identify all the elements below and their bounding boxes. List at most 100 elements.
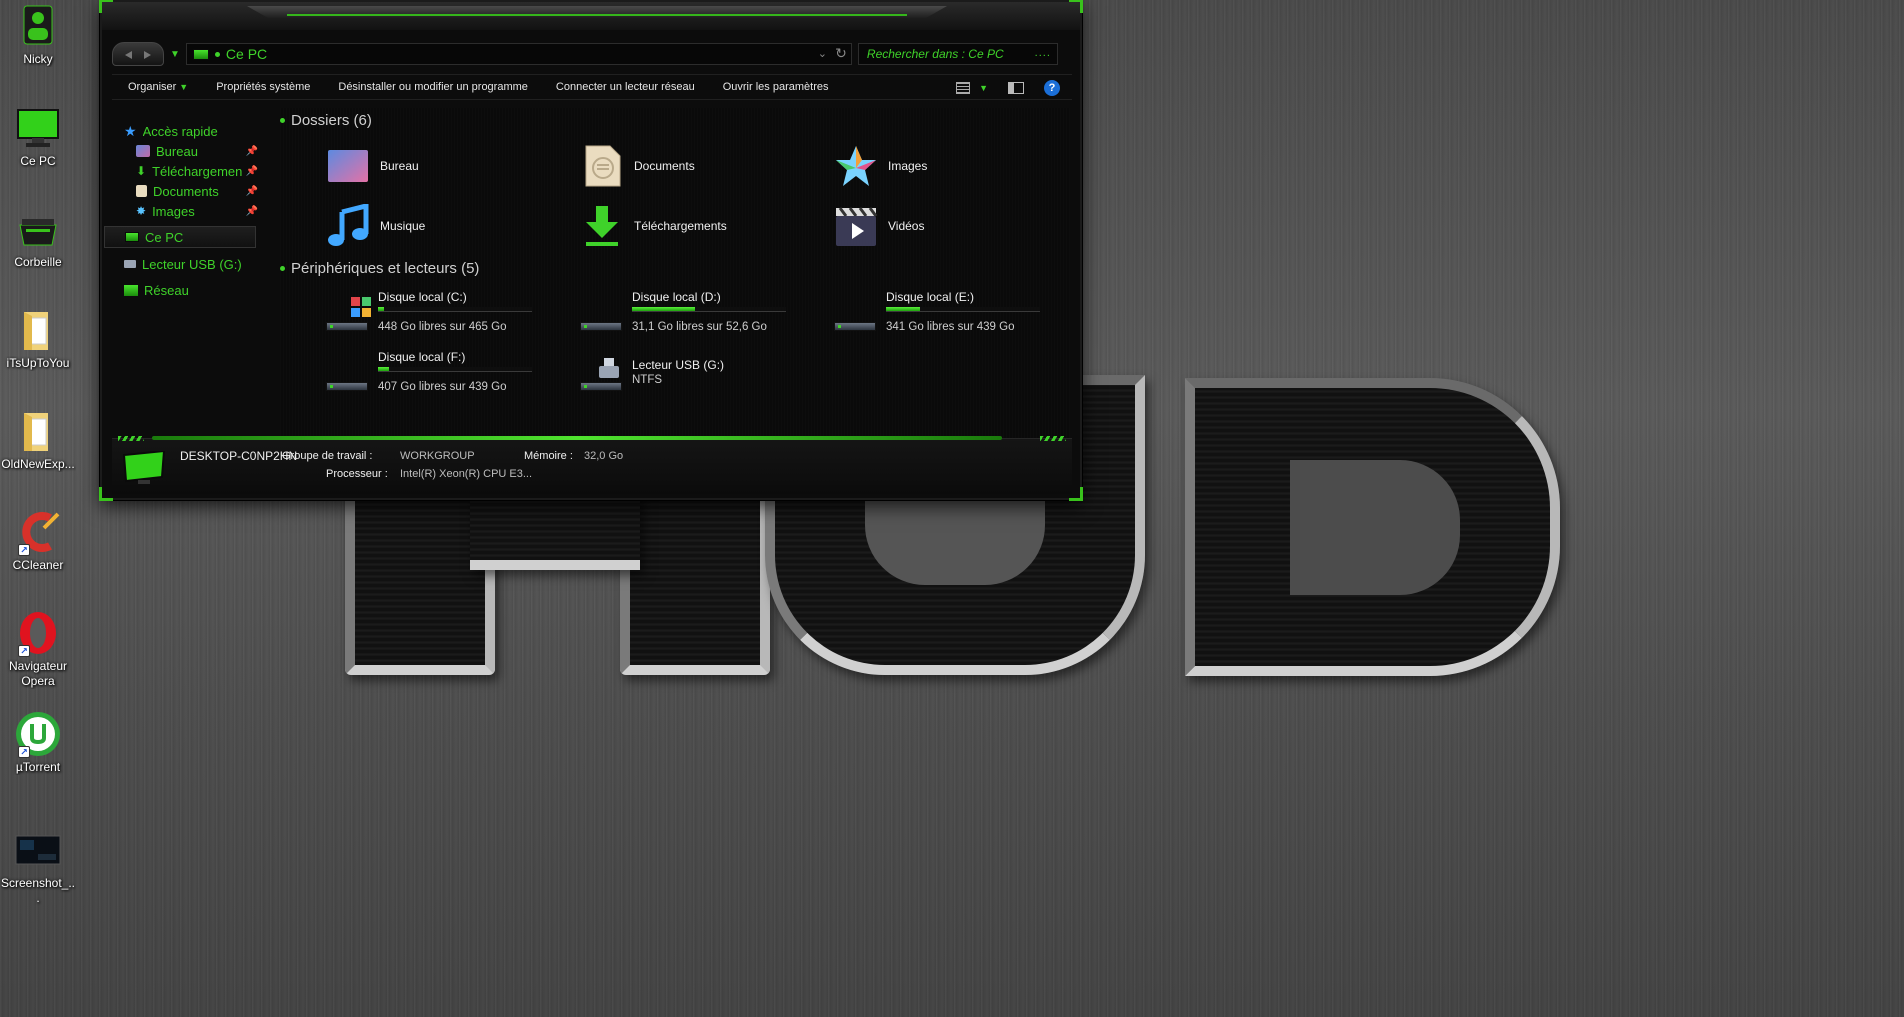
desktop-icon-itsuptoyou[interactable]: iTsUpToYou (0, 306, 76, 371)
folder-tile-videos[interactable]: Vidéos (834, 202, 1074, 250)
drive-tile-d[interactable]: Disque local (D:) 31,1 Go libres sur 52,… (580, 288, 820, 340)
folder-tile-images[interactable]: Images (834, 142, 1074, 190)
computer-icon (122, 449, 166, 485)
details-pane: DESKTOP-C0NP2HN Groupe de travail : WORK… (112, 436, 1072, 494)
desktop-icon-ccleaner[interactable]: ↗ CCleaner (0, 508, 76, 573)
preview-pane-icon[interactable] (1008, 82, 1024, 94)
drive-usage-bar (378, 307, 532, 312)
open-settings-button[interactable]: Ouvrir les paramètres (723, 81, 829, 93)
folder-tile-downloads[interactable]: Téléchargements (580, 202, 820, 250)
nav-item-documents[interactable]: Documents 📌 (136, 180, 258, 202)
desktop-icon-ce-pc[interactable]: Ce PC (0, 104, 76, 169)
organize-button[interactable]: Organiser ▼ (128, 81, 188, 93)
workgroup-label: Groupe de travail : (282, 450, 373, 462)
computer-name: DESKTOP-C0NP2HN (180, 449, 298, 463)
drive-tile-e[interactable]: Disque local (E:) 341 Go libres sur 439 … (834, 288, 1074, 340)
map-network-drive-button[interactable]: Connecter un lecteur réseau (556, 81, 695, 93)
hard-drive-icon (326, 382, 368, 391)
window-corner (99, 487, 113, 501)
hard-drive-icon (580, 382, 622, 391)
drive-tile-f[interactable]: Disque local (F:) 407 Go libres sur 439 … (326, 348, 566, 400)
recent-locations-chevron-icon[interactable]: ▼ (170, 49, 180, 60)
nav-item-usb-drive[interactable]: Lecteur USB (G:) (124, 253, 242, 275)
nav-item-network[interactable]: Réseau (124, 279, 189, 301)
downloads-folder-icon (580, 204, 624, 248)
shortcut-arrow-icon: ↗ (18, 544, 30, 556)
file-explorer-window: ▼ Ce PC ⌄ ↻ Rechercher dans : Ce PC ....… (99, 0, 1083, 501)
processor-value: Intel(R) Xeon(R) CPU E3... (400, 468, 533, 480)
drive-tile-usb-g[interactable]: Lecteur USB (G:) NTFS (580, 348, 820, 400)
documents-folder-icon (580, 144, 624, 188)
view-controls: ▼ ? (956, 80, 1060, 96)
address-bar: ▼ Ce PC ⌄ ↻ Rechercher dans : Ce PC .... (112, 40, 1072, 68)
back-forward-buttons[interactable] (112, 42, 164, 66)
group-header-devices[interactable]: Périphériques et lecteurs (5) (280, 260, 479, 277)
title-bar-ornament (247, 6, 947, 18)
search-placeholder: Rechercher dans : Ce PC (866, 47, 1004, 61)
computer-icon (125, 232, 139, 242)
uninstall-program-button[interactable]: Désinstaller ou modifier un programme (338, 81, 528, 93)
wallpaper-letter-h-bar (470, 490, 640, 570)
desktop-icon-oldnewexp[interactable]: OldNewExp... (0, 407, 76, 472)
desktop-icon-opera[interactable]: ↗ Navigateur Opera (0, 609, 76, 689)
pin-icon[interactable]: 📌 (246, 146, 258, 157)
nav-item-this-pc[interactable]: Ce PC (104, 226, 256, 248)
address-text: Ce PC (225, 46, 268, 62)
command-bar: Organiser ▼ Propriétés système Désinstall… (112, 74, 1072, 100)
group-bullet-icon (280, 266, 285, 271)
desktop-icon-corbeille[interactable]: Corbeille (0, 205, 76, 270)
desktop-icon-screenshot[interactable]: Screenshot_... (0, 826, 76, 906)
folder-icon (14, 306, 62, 354)
drive-usage-bar (378, 367, 532, 372)
user-icon (14, 2, 62, 50)
folder-tile-documents[interactable]: Documents (580, 142, 820, 190)
shortcut-arrow-icon: ↗ (18, 746, 30, 758)
system-properties-button[interactable]: Propriétés système (216, 81, 310, 93)
memory-label: Mémoire : (524, 450, 573, 462)
change-view-button[interactable]: ▼ (956, 82, 988, 94)
search-more-icon: .... (1034, 47, 1051, 59)
computer-icon (14, 104, 62, 152)
address-dropdown-chevron-icon[interactable]: ⌄ (818, 47, 827, 60)
refresh-icon[interactable]: ↻ (835, 45, 847, 62)
list-view-icon (956, 82, 971, 94)
windows-drive-icon (348, 294, 374, 320)
pin-icon[interactable]: 📌 (246, 186, 258, 197)
recycle-bin-icon (14, 205, 62, 253)
pictures-folder-icon (834, 144, 878, 188)
drive-usage-fill (886, 307, 920, 311)
pin-icon[interactable]: 📌 (246, 166, 258, 177)
details-ornament (118, 436, 144, 441)
group-header-folders[interactable]: Dossiers (6) (280, 112, 372, 129)
nav-item-images[interactable]: ✸ Images 📌 (136, 200, 258, 222)
help-icon[interactable]: ? (1044, 80, 1060, 96)
pin-icon[interactable]: 📌 (246, 206, 258, 217)
address-field[interactable]: Ce PC ⌄ ↻ (185, 43, 852, 65)
search-input[interactable]: Rechercher dans : Ce PC .... (857, 43, 1058, 65)
usb-drive-icon (124, 260, 136, 268)
nav-item-desktop[interactable]: Bureau 📌 (136, 140, 258, 162)
shortcut-arrow-icon: ↗ (18, 645, 30, 657)
screenshot-icon (14, 826, 62, 874)
utorrent-icon: ↗ (14, 710, 62, 758)
desktop-icon-nicky[interactable]: Nicky (0, 2, 76, 67)
drive-tile-c[interactable]: Disque local (C:) 448 Go libres sur 465 … (326, 288, 566, 340)
content-pane: Dossiers (6) Bureau Documents Images Mus… (280, 108, 1070, 438)
folder-tile-desktop[interactable]: Bureau (326, 142, 566, 190)
ccleaner-icon: ↗ (14, 508, 62, 556)
desktop-icon-utorrent[interactable]: ↗ µTorrent (0, 710, 76, 775)
workgroup-value: WORKGROUP (400, 450, 475, 462)
download-arrow-icon: ⬇ (136, 164, 147, 178)
chevron-down-icon: ▼ (979, 83, 988, 93)
title-bar[interactable] (102, 2, 1080, 30)
folder-tile-music[interactable]: Musique (326, 202, 566, 250)
hard-drive-icon (834, 322, 876, 331)
nav-item-downloads[interactable]: ⬇ Téléchargemen 📌 (136, 160, 258, 182)
drive-usage-bar (632, 307, 786, 312)
nav-item-quick-access[interactable]: ★ Accès rapide (124, 120, 218, 142)
usb-drive-icon (596, 356, 622, 382)
desktop-folder-icon (326, 144, 370, 188)
computer-icon (192, 48, 209, 60)
breadcrumb-separator-icon (214, 51, 220, 57)
videos-folder-icon (834, 204, 878, 248)
